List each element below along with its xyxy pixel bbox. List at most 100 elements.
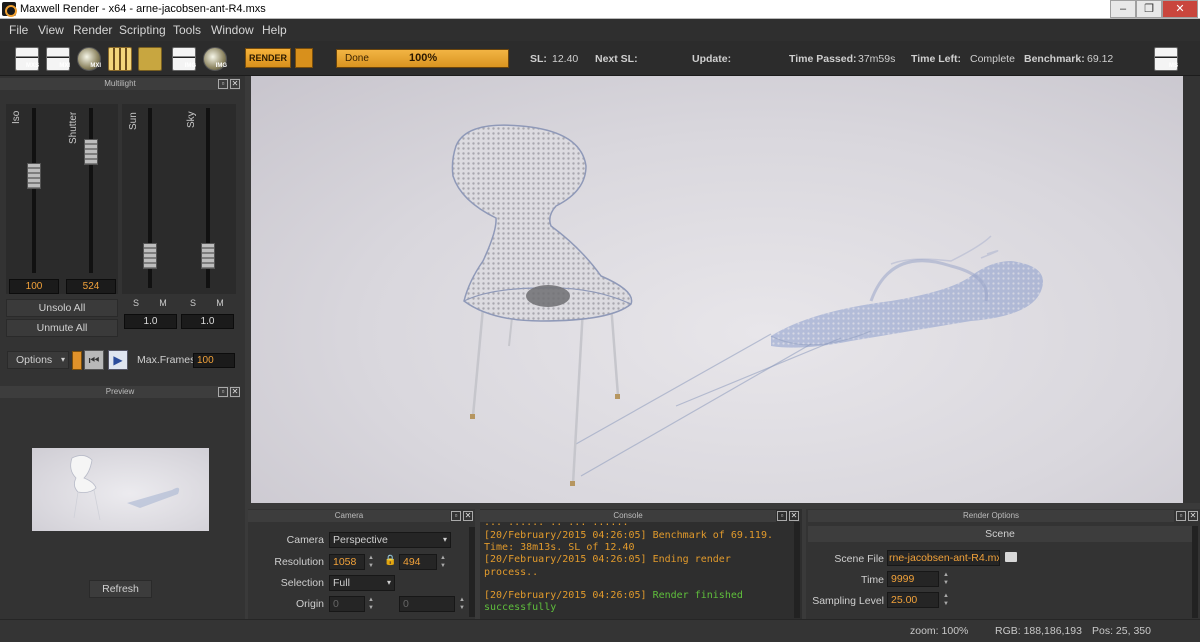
max-frames-label: Max.Frames (137, 354, 196, 366)
sampling-level-stepper[interactable]: ▲ ▼ (942, 592, 950, 608)
shutter-slider-track[interactable] (89, 108, 93, 273)
unsolo-all-button[interactable]: Unsolo All (6, 299, 118, 317)
sl-value: 12.40 (552, 53, 579, 65)
menu-file[interactable]: File (9, 23, 28, 37)
restore-button[interactable]: ❐ (1136, 0, 1162, 18)
resume-render-icon[interactable] (138, 47, 162, 71)
sun-value[interactable]: 1.0 (124, 314, 177, 329)
origin-y-stepper[interactable]: ▲ ▼ (458, 596, 466, 612)
resolution-width-input[interactable]: 1058 (329, 554, 365, 570)
camera-label: Camera (286, 534, 324, 546)
frame-marker-icon[interactable] (72, 351, 82, 370)
unmute-all-button[interactable]: Unmute All (6, 319, 118, 337)
time-stepper[interactable]: ▲ ▼ (942, 571, 950, 587)
float-panel-icon[interactable]: ▫ (218, 387, 228, 397)
origin-y-input[interactable]: 0 (399, 596, 455, 612)
console-line: [20/February/2015 04:26:05] Benchmark of… (484, 530, 773, 541)
play-icon[interactable]: ▶ (108, 350, 128, 370)
menu-render[interactable]: Render (73, 23, 112, 37)
float-panel-icon[interactable]: ▫ (218, 79, 228, 89)
origin-x-input[interactable]: 0 (329, 596, 365, 612)
minimize-button[interactable]: – (1110, 0, 1136, 18)
shutter-label: Shutter (68, 111, 79, 144)
multilight-header: Multilight (0, 78, 240, 90)
sky-slider-knob[interactable] (201, 243, 215, 269)
camera-scrollbar[interactable] (469, 527, 475, 617)
origin-x-stepper[interactable]: ▲ ▼ (367, 596, 375, 612)
resolution-label: Resolution (274, 556, 324, 568)
selection-label: Selection (280, 577, 324, 589)
float-panel-icon[interactable]: ▫ (1176, 511, 1186, 521)
resolution-height-input[interactable]: 494 (399, 554, 437, 570)
menu-help[interactable]: Help (262, 23, 287, 37)
open-mxi-icon[interactable]: MXI (46, 47, 70, 71)
refresh-button[interactable]: Refresh (89, 580, 152, 598)
folder-icon[interactable] (1005, 552, 1017, 562)
close-panel-icon[interactable]: ✕ (230, 387, 240, 397)
sampling-level-input[interactable]: 25.00 (887, 592, 939, 608)
iso-label: Iso (11, 110, 22, 124)
iso-slider-knob[interactable] (27, 163, 41, 189)
render-image (451, 124, 1043, 486)
console-line: process.. (484, 567, 539, 578)
menu-window[interactable]: Window (211, 23, 254, 37)
scene-section-header[interactable]: Scene (808, 526, 1192, 542)
sky-mute-button[interactable]: M (210, 297, 230, 310)
float-panel-icon[interactable]: ▫ (451, 511, 461, 521)
sky-solo-button[interactable]: S (183, 297, 203, 310)
iso-slider-track[interactable] (32, 108, 36, 273)
close-panel-icon[interactable]: ✕ (1188, 511, 1198, 521)
region-render-icon[interactable] (295, 48, 313, 68)
save-mxi-icon[interactable]: MXI (77, 47, 101, 71)
width-stepper[interactable]: ▲ ▼ (367, 554, 375, 570)
menu-tools[interactable]: Tools (173, 23, 201, 37)
benchmark-label: Benchmark: (1024, 53, 1085, 65)
position-status: Pos: 25, 350 (1092, 625, 1151, 637)
update-label: Update: (692, 53, 732, 65)
origin-label: Origin (295, 598, 324, 610)
sun-slider-knob[interactable] (143, 243, 157, 269)
time-label: Time (861, 574, 884, 586)
render-progress-bar: Done 100% (336, 49, 509, 68)
open-mxs-icon[interactable]: MXS (15, 47, 39, 71)
sun-mute-button[interactable]: M (153, 297, 173, 310)
render-button[interactable]: RENDER (245, 48, 291, 68)
console-scrollbar[interactable] (794, 522, 800, 618)
open-image-icon[interactable]: IMG (172, 47, 196, 71)
max-frames-input[interactable]: 100 (193, 353, 235, 368)
sl-label: SL: (530, 53, 547, 65)
height-stepper[interactable]: ▲ ▼ (439, 554, 447, 570)
chevron-down-icon: ▾ (386, 578, 391, 587)
lock-icon[interactable]: 🔒 (384, 555, 396, 567)
shutter-value[interactable]: 524 (66, 279, 116, 294)
save-image-icon[interactable]: IMG (203, 47, 227, 71)
close-button[interactable]: ✕ (1162, 0, 1198, 18)
close-panel-icon[interactable]: ✕ (463, 511, 473, 521)
ms-icon[interactable]: MS (1154, 47, 1178, 71)
render-options-header: Render Options (808, 510, 1174, 522)
close-panel-icon[interactable]: ✕ (789, 511, 799, 521)
progress-status: Done (345, 53, 369, 64)
selection-select[interactable]: Full ▾ (329, 575, 395, 591)
film-sequence-icon[interactable] (108, 47, 132, 71)
iso-value[interactable]: 100 (9, 279, 59, 294)
float-panel-icon[interactable]: ▫ (777, 511, 787, 521)
app-icon (2, 2, 17, 17)
skip-back-icon[interactable]: ⏮ (84, 350, 104, 370)
menu-scripting[interactable]: Scripting (119, 23, 166, 37)
time-passed-value: 37m59s (858, 53, 896, 65)
render-options-scrollbar[interactable] (1192, 526, 1198, 618)
sky-value[interactable]: 1.0 (181, 314, 234, 329)
shutter-slider-knob[interactable] (84, 139, 98, 165)
close-panel-icon[interactable]: ✕ (230, 79, 240, 89)
camera-select[interactable]: Perspective ▾ (329, 532, 451, 548)
camera-header: Camera (248, 510, 450, 522)
time-input[interactable]: 9999 (887, 571, 939, 587)
sun-solo-button[interactable]: S (126, 297, 146, 310)
menu-bar: File View Render Scripting Tools Window … (0, 19, 1200, 41)
render-viewport[interactable] (251, 76, 1183, 503)
options-dropdown[interactable]: Options ▾ (7, 351, 69, 369)
scene-file-input[interactable]: rne-jacobsen-ant-R4.mxs (887, 550, 1000, 566)
camera-value: Perspective (333, 534, 388, 546)
menu-view[interactable]: View (38, 23, 64, 37)
